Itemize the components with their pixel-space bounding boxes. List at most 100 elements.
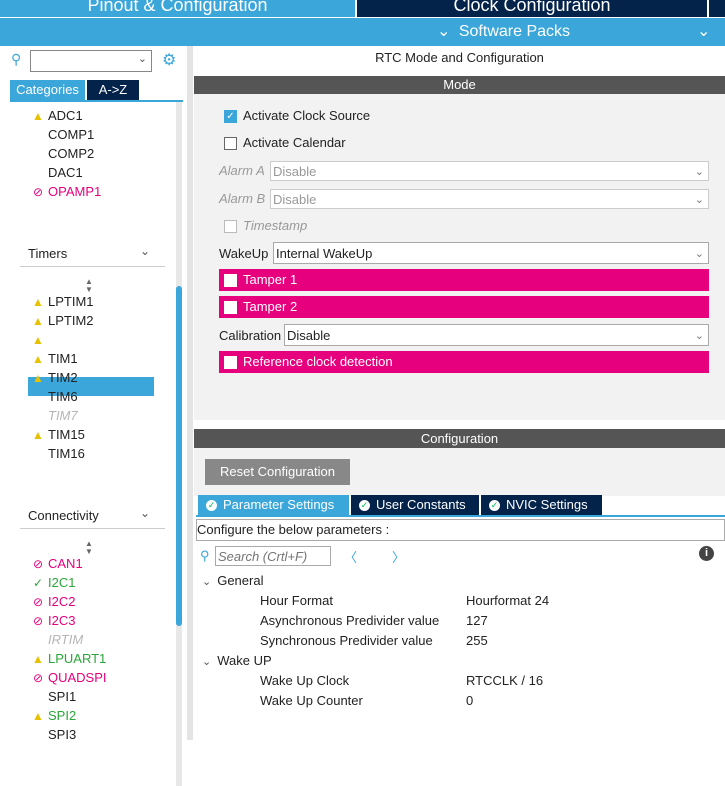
list-item[interactable]: ✓ I2C1 xyxy=(30,573,76,592)
software-packs-menu[interactable]: ⌄ Software Packs xyxy=(437,18,570,46)
tamper2-checkbox[interactable]: Tamper 2 xyxy=(219,296,709,318)
tab-pinout-configuration[interactable]: Pinout & Configuration xyxy=(0,0,355,17)
list-item[interactable]: ⊘ I2C3 xyxy=(30,611,76,630)
chevron-down-icon: ⌄ xyxy=(697,23,711,40)
parameter-value[interactable]: 0 xyxy=(466,693,473,708)
list-item-label: CAN1 xyxy=(48,556,83,571)
list-item[interactable]: SPI3 xyxy=(30,725,76,744)
scrollbar-thumb[interactable] xyxy=(176,286,182,626)
reference-clock-checkbox[interactable]: Reference clock detection xyxy=(219,351,709,373)
check-circle-icon: ✓ xyxy=(359,500,370,512)
tamper1-checkbox[interactable]: Tamper 1 xyxy=(219,269,709,291)
list-item[interactable]: TIM6 xyxy=(30,387,78,406)
chevron-down-icon[interactable]: ⌄ xyxy=(140,506,150,520)
pinout-menu[interactable]: ⌄ P xyxy=(697,18,725,68)
list-item-label: ADC1 xyxy=(48,108,83,123)
wakeup-select[interactable]: Internal WakeUp ⌄ xyxy=(273,242,709,264)
checkmark-icon: ✓ xyxy=(32,576,44,590)
tab-a-to-z[interactable]: A->Z xyxy=(87,80,139,100)
reset-configuration-button[interactable]: Reset Configuration xyxy=(205,459,350,485)
alarm-b-label: Alarm B xyxy=(219,191,266,206)
list-item[interactable]: ▲ TIM15 xyxy=(30,425,85,444)
parameter-value[interactable]: Hourformat 24 xyxy=(466,593,549,608)
parameter-value[interactable]: RTCCLK / 16 xyxy=(466,673,543,688)
alarm-b-select[interactable]: Disable ⌄ xyxy=(270,189,709,209)
parameter-group[interactable]: ⌄ Wake UP xyxy=(202,653,272,668)
section-timers[interactable]: Timers xyxy=(28,244,67,264)
list-item-label: DAC1 xyxy=(48,165,83,180)
tab-label: Parameter Settings xyxy=(223,497,335,512)
list-item[interactable]: COMP2 xyxy=(30,144,94,163)
list-item[interactable]: COMP1 xyxy=(30,125,94,144)
list-item[interactable]: TIM16 xyxy=(30,444,85,463)
checkbox-box xyxy=(224,356,237,370)
list-item[interactable]: ▲ ADC1 xyxy=(30,106,83,125)
tab-clock-configuration[interactable]: Clock Configuration xyxy=(357,0,707,17)
mode-header: Mode xyxy=(194,76,725,94)
tab-categories[interactable]: Categories xyxy=(10,80,85,100)
check-circle-icon: ✓ xyxy=(206,500,217,512)
previous-icon[interactable]: 〈 xyxy=(344,547,357,566)
alarm-a-label: Alarm A xyxy=(219,163,265,178)
list-item[interactable]: ▲ RTC xyxy=(30,330,74,349)
section-connectivity[interactable]: Connectivity xyxy=(28,506,99,526)
list-item[interactable]: DAC1 xyxy=(30,163,83,182)
list-item[interactable]: IRTIM xyxy=(30,630,83,649)
activate-clock-source-checkbox[interactable]: ✓ Activate Clock Source xyxy=(224,108,371,124)
parameter-name: Asynchronous Predivider value xyxy=(260,613,440,628)
parameter-group[interactable]: ⌄ General xyxy=(202,573,263,588)
configure-hint: Configure the below parameters : xyxy=(196,519,725,541)
checkbox-box xyxy=(224,137,237,151)
tab-parameter-settings[interactable]: ✓ Parameter Settings xyxy=(198,495,349,515)
list-item-label: OPAMP1 xyxy=(48,184,102,199)
gear-icon[interactable]: ⚙ xyxy=(162,50,176,70)
list-item[interactable]: ⊘ QUADSPI xyxy=(30,668,107,687)
timestamp-checkbox[interactable]: Timestamp xyxy=(224,218,307,234)
chevron-down-icon: ⌄ xyxy=(694,330,704,342)
list-item[interactable]: ▲ TIM1 xyxy=(30,349,78,368)
chevron-down-icon: ⌄ xyxy=(694,166,704,178)
list-item[interactable]: ▲ TIM2 xyxy=(30,368,78,387)
list-item[interactable]: ⊘ CAN1 xyxy=(30,554,83,573)
calibration-select[interactable]: Disable ⌄ xyxy=(284,324,709,346)
list-item[interactable]: ⊘ OPAMP1 xyxy=(30,182,101,201)
info-icon[interactable]: i xyxy=(699,546,714,561)
parameter-value[interactable]: 255 xyxy=(466,633,488,648)
parameter-value[interactable]: 127 xyxy=(466,613,488,628)
sub-bar: ⌄ Software Packs ⌄ P xyxy=(0,18,725,68)
chevron-down-icon[interactable]: ⌄ xyxy=(140,244,150,258)
search-select[interactable]: ⌄ xyxy=(30,50,152,72)
parameter-name: Synchronous Predivider value xyxy=(260,633,433,648)
checkbox-box xyxy=(224,220,237,234)
list-item[interactable]: ▲ SPI2 xyxy=(30,706,76,725)
warning-icon: ▲ xyxy=(32,371,44,385)
group-label: General xyxy=(217,573,264,588)
warning-icon: ▲ xyxy=(32,352,44,366)
list-item[interactable]: ▲ LPUART1 xyxy=(30,649,106,668)
warning-icon: ▲ xyxy=(32,709,44,723)
sort-icon[interactable]: ▲ ▼ xyxy=(85,540,93,556)
chevron-down-icon: ⌄ xyxy=(694,194,704,206)
alarm-a-select[interactable]: Disable ⌄ xyxy=(270,161,709,181)
list-item-label: TIM16 xyxy=(48,446,85,461)
tab-user-constants[interactable]: ✓ User Constants xyxy=(351,495,479,515)
left-panel: ⚲ ⌄ ⚙ Categories A->Z ▲ ADC1 COMP1 COMP2 DAC… xyxy=(0,46,193,786)
list-item-label: I2C2 xyxy=(48,594,76,609)
list-item[interactable]: SPI1 xyxy=(30,687,76,706)
software-packs-label: Software Packs xyxy=(458,23,571,40)
list-item[interactable]: ▲ LPTIM2 xyxy=(30,311,93,330)
activate-clock-source-label: Activate Clock Source xyxy=(243,108,371,123)
tamper1-label: Tamper 1 xyxy=(243,272,298,287)
configuration-header: Configuration xyxy=(194,429,725,448)
tab-next[interactable] xyxy=(709,0,725,17)
list-item[interactable]: ⊘ I2C2 xyxy=(30,592,76,611)
list-item-label: SPI1 xyxy=(48,689,77,704)
list-item[interactable]: ▲ LPTIM1 xyxy=(30,292,93,311)
tab-nvic-settings[interactable]: ✓ NVIC Settings xyxy=(481,495,602,515)
list-item[interactable]: TIM7 xyxy=(30,406,78,425)
next-icon[interactable]: 〉 xyxy=(392,547,405,566)
parameter-search-input[interactable] xyxy=(215,546,331,566)
checkmark-icon: ✓ xyxy=(224,110,237,124)
activate-calendar-checkbox[interactable]: Activate Calendar xyxy=(224,135,346,151)
search-icon[interactable]: ⚲ xyxy=(11,51,21,68)
